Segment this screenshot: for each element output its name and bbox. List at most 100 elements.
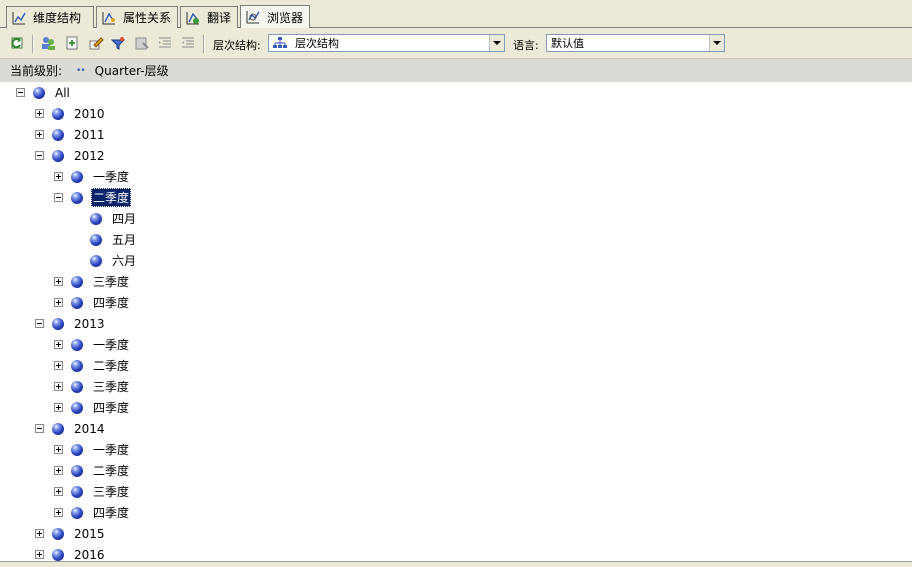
tab-translations[interactable]: 翻译 — [180, 6, 238, 28]
expand-plus-icon[interactable] — [54, 487, 63, 496]
edit-member-icon[interactable] — [88, 35, 104, 51]
collapse-minus-icon[interactable] — [35, 424, 44, 433]
expand-plus-icon[interactable] — [54, 382, 63, 391]
tab-label: 浏览器 — [266, 10, 303, 25]
expand-plus-icon[interactable] — [54, 403, 63, 412]
tree-node[interactable]: 2011 — [35, 124, 107, 145]
tree-node[interactable]: 三季度 — [54, 271, 131, 292]
tree-node[interactable]: 2010 — [35, 103, 107, 124]
member-sphere-icon — [52, 422, 64, 435]
tree-node[interactable]: All — [16, 82, 72, 103]
tree-node-label[interactable]: 四季度 — [91, 293, 131, 312]
tree-node[interactable]: 一季度 — [54, 166, 131, 187]
tree-node[interactable]: 2014 — [35, 418, 107, 439]
tree-node-label[interactable]: 三季度 — [91, 272, 131, 291]
expand-plus-icon[interactable] — [54, 445, 63, 454]
member-sphere-icon — [71, 443, 83, 456]
member-sphere-icon — [52, 527, 64, 540]
tree-node-label[interactable]: 三季度 — [91, 377, 131, 396]
tree-node-label[interactable]: 四季度 — [91, 503, 131, 522]
tree-node-label[interactable]: 二季度 — [91, 461, 131, 480]
tree-node-label[interactable]: 六月 — [110, 251, 138, 270]
expand-plus-icon[interactable] — [35, 109, 44, 118]
tree-node-label[interactable]: 2013 — [72, 316, 107, 332]
tree-node-label[interactable]: 2010 — [72, 106, 107, 122]
collapse-minus-icon[interactable] — [35, 151, 44, 160]
tree-node[interactable]: 四季度 — [54, 397, 131, 418]
member-sphere-icon — [71, 380, 83, 393]
tree-node[interactable]: 二季度 — [54, 187, 132, 208]
expand-plus-icon[interactable] — [54, 340, 63, 349]
expand-plus-icon[interactable] — [35, 550, 44, 559]
tree-node[interactable]: 四季度 — [54, 502, 131, 523]
member-sphere-icon — [52, 317, 64, 330]
tree-node[interactable]: 2012 — [35, 145, 107, 166]
member-sphere-icon — [71, 275, 83, 288]
member-sphere-icon — [52, 149, 64, 162]
expand-plus-icon[interactable] — [54, 298, 63, 307]
expand-plus-icon[interactable] — [35, 130, 44, 139]
member-sphere-icon — [52, 107, 64, 120]
hierarchy-combo[interactable]: 层次结构 — [268, 34, 505, 52]
attribute-relationship-icon — [102, 11, 115, 24]
horizontal-scrollbar[interactable] — [0, 561, 912, 567]
tree-node-label[interactable]: 五月 — [110, 230, 138, 249]
tree-node-label[interactable]: 2012 — [72, 148, 107, 164]
expand-plus-icon[interactable] — [54, 361, 63, 370]
hierarchy-icon — [273, 37, 287, 48]
tree-node[interactable]: 一季度 — [54, 439, 131, 460]
expand-plus-icon[interactable] — [54, 277, 63, 286]
filter-members-icon[interactable] — [110, 35, 126, 51]
tree-node[interactable]: 三季度 — [54, 376, 131, 397]
tree-node[interactable]: 五月 — [73, 229, 138, 250]
expand-plus-icon[interactable] — [35, 529, 44, 538]
tree-node[interactable]: 六月 — [73, 250, 138, 271]
tree-node[interactable]: 四月 — [73, 208, 138, 229]
tab-dimension-structure[interactable]: 维度结构 — [6, 6, 94, 28]
collapse-minus-icon[interactable] — [16, 88, 25, 97]
collapse-minus-icon[interactable] — [35, 319, 44, 328]
tree-node[interactable]: 一季度 — [54, 334, 131, 355]
outdent-icon[interactable] — [180, 35, 196, 51]
collapse-minus-icon[interactable] — [54, 193, 63, 202]
dimension-structure-icon — [12, 11, 26, 24]
tree-node[interactable]: 二季度 — [54, 355, 131, 376]
tree-node[interactable]: 四季度 — [54, 292, 131, 313]
language-label: 语言: — [513, 39, 539, 52]
member-sphere-icon — [71, 506, 83, 519]
reconnect-icon[interactable] — [64, 35, 80, 51]
expand-plus-icon[interactable] — [54, 466, 63, 475]
chevron-down-icon[interactable] — [489, 35, 504, 51]
chevron-down-icon[interactable] — [709, 35, 724, 51]
member-sphere-icon — [90, 233, 102, 246]
tree-node[interactable]: 二季度 — [54, 460, 131, 481]
tab-attribute-relationships[interactable]: 属性关系 — [96, 6, 178, 28]
tree-node-label[interactable]: 2011 — [72, 127, 107, 143]
tab-browser[interactable]: 浏览器 — [240, 5, 310, 28]
member-sphere-icon — [52, 548, 64, 561]
indent-icon[interactable] — [157, 35, 173, 51]
tree-node-label[interactable]: 2014 — [72, 421, 107, 437]
tree-node[interactable]: 三季度 — [54, 481, 131, 502]
hierarchy-label: 层次结构: — [213, 39, 261, 52]
tree-node-label[interactable]: 二季度 — [91, 188, 132, 207]
language-combo[interactable]: 默认值 — [546, 34, 725, 52]
reprocess-icon[interactable] — [9, 35, 25, 51]
hierarchy-value: 层次结构 — [295, 37, 339, 50]
member-properties-icon[interactable] — [134, 35, 150, 51]
tree-node-label[interactable]: 一季度 — [91, 167, 131, 186]
tree-node[interactable]: 2015 — [35, 523, 107, 544]
translation-icon — [186, 11, 199, 24]
tree-node-label[interactable]: 四月 — [110, 209, 138, 228]
tree-node-label[interactable]: 三季度 — [91, 482, 131, 501]
tree-node-label[interactable]: 2015 — [72, 526, 107, 542]
tree-node-label[interactable]: 四季度 — [91, 398, 131, 417]
tree-node-label[interactable]: 二季度 — [91, 356, 131, 375]
tree-node-label[interactable]: All — [53, 85, 72, 101]
tree-node[interactable]: 2013 — [35, 313, 107, 334]
expand-plus-icon[interactable] — [54, 508, 63, 517]
tree-node-label[interactable]: 一季度 — [91, 335, 131, 354]
change-user-icon[interactable] — [40, 35, 56, 51]
tree-node-label[interactable]: 一季度 — [91, 440, 131, 459]
expand-plus-icon[interactable] — [54, 172, 63, 181]
